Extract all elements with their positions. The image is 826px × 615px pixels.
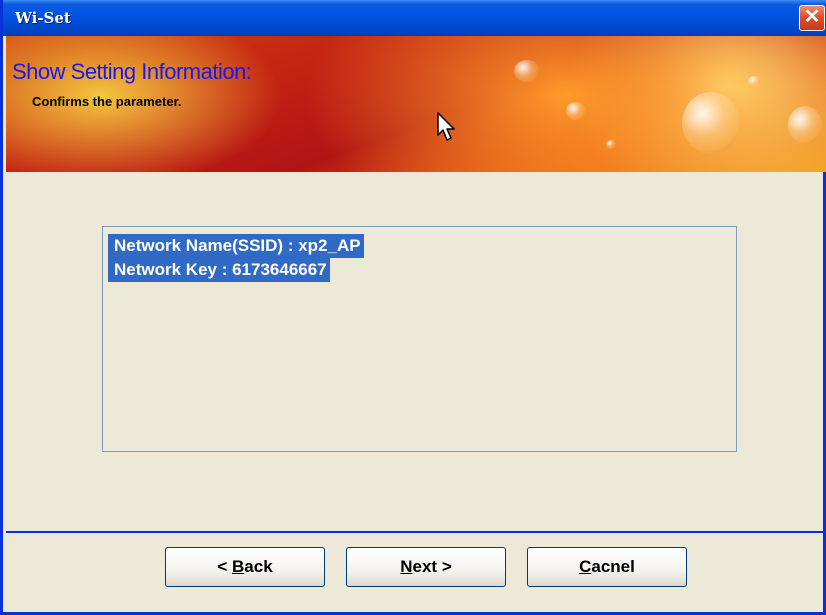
water-drop-image (682, 92, 740, 154)
next-button[interactable]: Next > (346, 547, 506, 587)
window-title: Wi-Set (15, 9, 71, 27)
next-button-label: ext (412, 557, 438, 576)
water-drop-image (514, 60, 540, 82)
page-subtitle: Confirms the parameter. (32, 94, 182, 109)
back-button-prefix: < (217, 557, 232, 576)
network-key-line[interactable]: Network Key : 6173646667 (108, 258, 330, 282)
footer-divider (6, 531, 826, 533)
water-drop-image (748, 76, 760, 86)
header-banner: Show Setting Information: Confirms the p… (6, 36, 826, 172)
page-title: Show Setting Information: (12, 59, 252, 84)
next-button-suffix: > (437, 557, 452, 576)
water-drop-image (788, 106, 822, 144)
close-button[interactable]: ✕ (799, 5, 825, 31)
back-button-mnemonic: B (232, 557, 245, 576)
ssid-line[interactable]: Network Name(SSID) : xp2_AP (108, 234, 364, 258)
next-button-mnemonic: N (400, 557, 413, 576)
cancel-button-label: acnel (591, 557, 635, 576)
close-icon: ✕ (803, 6, 821, 28)
cancel-button-mnemonic: C (579, 557, 592, 576)
water-drop-image (606, 140, 616, 149)
cancel-button[interactable]: Cacnel (527, 547, 687, 587)
mouse-cursor-icon (437, 112, 455, 141)
wi-set-window: Wi-Set ✕ Show Setting Information: Confi… (0, 0, 826, 615)
title-bar[interactable]: Wi-Set ✕ (3, 0, 826, 36)
back-button[interactable]: < Back (165, 547, 325, 587)
water-drop-image (566, 102, 586, 120)
back-button-label: ack (244, 557, 273, 576)
settings-info-listbox[interactable]: Network Name(SSID) : xp2_AP Network Key … (102, 226, 737, 452)
